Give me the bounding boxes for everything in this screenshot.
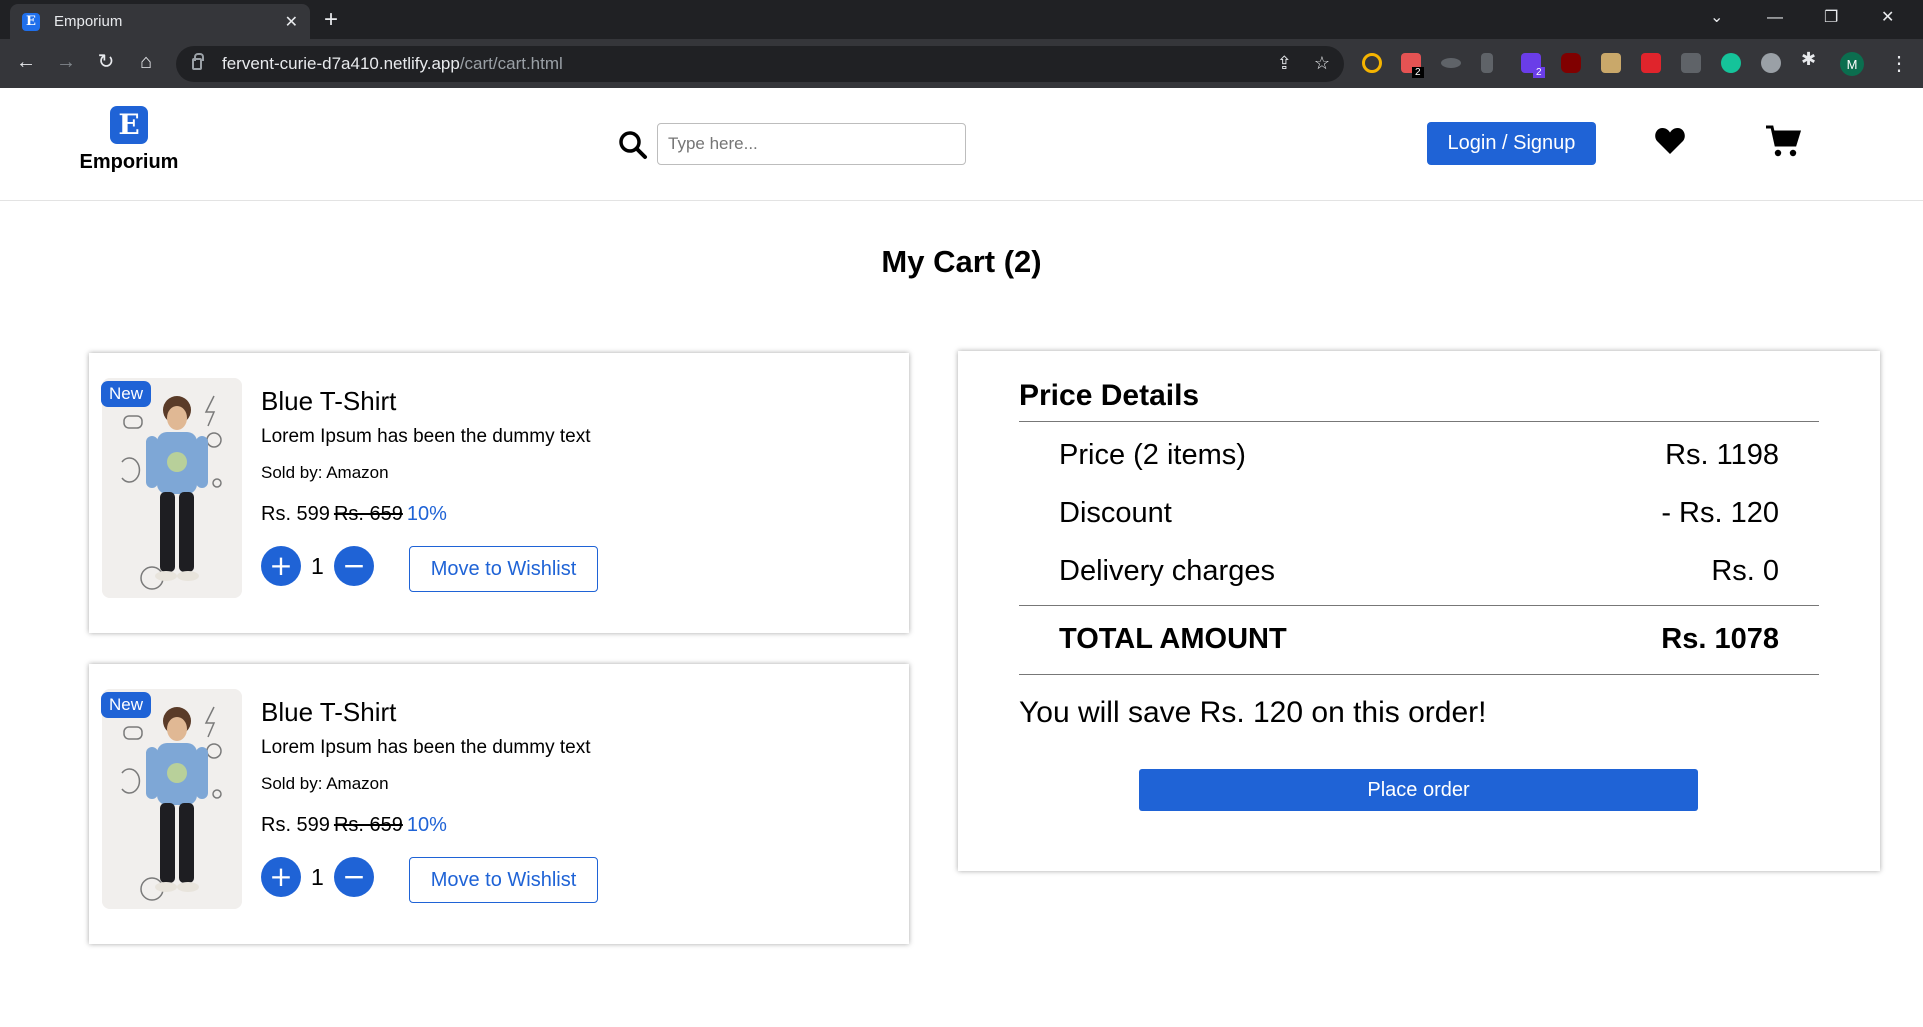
back-arrow-icon[interactable]: ← [13, 50, 39, 74]
price-line: Rs. 599 Rs. 659 10% [261, 814, 447, 837]
total-label: TOTAL AMOUNT [1059, 623, 1287, 655]
browser-menu-icon[interactable]: ⋮ [1886, 52, 1912, 76]
brand-logo[interactable]: E Emporium [78, 106, 180, 174]
login-signup-button[interactable]: Login / Signup [1427, 122, 1596, 165]
quantity-decrease-button[interactable]: − [334, 857, 374, 897]
product-description: Lorem Ipsum has been the dummy text [261, 426, 591, 447]
extension-lens-icon[interactable] [1362, 53, 1382, 73]
favicon-icon: E [22, 12, 40, 31]
discount-row-label: Discount [1059, 497, 1172, 529]
profile-avatar[interactable]: M [1840, 52, 1864, 76]
product-mrp: Rs. 659 [333, 503, 403, 525]
extension-s-icon[interactable] [1641, 53, 1661, 73]
price-details-panel: Price Details Price (2 items) Rs. 1198 D… [958, 351, 1880, 871]
extension-bottle-icon[interactable] [1481, 53, 1493, 73]
cart-icon[interactable] [1765, 124, 1801, 158]
price-row: Price (2 items) Rs. 1198 [1059, 439, 1779, 472]
reload-icon[interactable]: ↻ [93, 50, 119, 74]
quantity-value: 1 [311, 553, 324, 579]
price-line: Rs. 599 Rs. 659 10% [261, 503, 447, 526]
delivery-row-value: Rs. 0 [1711, 555, 1779, 587]
move-to-wishlist-button[interactable]: Move to Wishlist [409, 857, 598, 903]
search-icon[interactable] [618, 130, 648, 160]
brand-name: Emporium [79, 151, 179, 173]
extension-spy-icon[interactable] [1761, 53, 1781, 73]
product-price: Rs. 599 [261, 503, 330, 525]
cart-item: New Blue T-Shirt Lorem Ipsum has been th… [89, 664, 909, 944]
delivery-row-label: Delivery charges [1059, 555, 1275, 587]
minimize-icon[interactable]: — [1767, 6, 1783, 30]
extension-grid-icon[interactable] [1681, 53, 1701, 73]
tab-title: Emporium [54, 13, 123, 30]
product-mrp: Rs. 659 [333, 814, 403, 836]
savings-message: You will save Rs. 120 on this order! [1019, 696, 1487, 729]
product-price: Rs. 599 [261, 814, 330, 836]
address-bar[interactable]: fervent-curie-d7a410.netlify.app/cart/ca… [176, 46, 1344, 82]
total-row: TOTAL AMOUNT Rs. 1078 [1059, 623, 1779, 656]
delivery-row: Delivery charges Rs. 0 [1059, 555, 1779, 588]
browser-toolbar: ← → ↻ ⌂ fervent-curie-d7a410.netlify.app… [0, 39, 1923, 88]
browser-tab-strip: E Emporium ✕ + ⌄ — ❐ ✕ [0, 0, 1923, 39]
restore-icon[interactable]: ❐ [1824, 6, 1838, 30]
product-description: Lorem Ipsum has been the dummy text [261, 737, 591, 758]
lock-icon [192, 53, 204, 70]
place-order-button[interactable]: Place order [1139, 769, 1698, 811]
product-seller: Sold by: Amazon [261, 463, 389, 482]
quantity-increase-button[interactable]: + [261, 546, 301, 586]
new-badge: New [101, 381, 152, 407]
product-seller: Sold by: Amazon [261, 774, 389, 793]
product-name[interactable]: Blue T-Shirt [261, 697, 396, 728]
product-discount: 10% [406, 503, 447, 525]
quantity-increase-button[interactable]: + [261, 857, 301, 897]
price-row-value: Rs. 1198 [1665, 439, 1779, 471]
discount-row-value: - Rs. 120 [1661, 497, 1779, 529]
extension-hat-icon[interactable] [1441, 58, 1461, 68]
quantity-decrease-button[interactable]: − [334, 546, 374, 586]
tab-close-icon[interactable]: ✕ [285, 12, 298, 32]
ublock-icon[interactable] [1561, 53, 1581, 73]
product-discount: 10% [406, 814, 447, 836]
extension-count-badge: 2 [1412, 67, 1424, 78]
discount-row: Discount - Rs. 120 [1059, 497, 1779, 530]
divider [1019, 605, 1819, 606]
url-path: /cart/cart.html [459, 54, 563, 73]
extension-glasses-icon[interactable] [1601, 53, 1621, 73]
browser-tab-active[interactable]: E Emporium ✕ [10, 4, 310, 39]
total-value: Rs. 1078 [1661, 623, 1779, 655]
price-row-label: Price (2 items) [1059, 439, 1246, 471]
product-image[interactable] [102, 689, 242, 909]
extension-count-badge: 2 [1533, 67, 1545, 78]
page-title: My Cart (2) [881, 244, 1042, 279]
forward-arrow-icon[interactable]: → [53, 50, 79, 74]
product-name[interactable]: Blue T-Shirt [261, 386, 396, 417]
extensions-puzzle-icon[interactable]: ✱ [1801, 49, 1821, 69]
divider [1019, 421, 1819, 422]
window-close-icon[interactable]: ✕ [1881, 6, 1894, 30]
site-header: E Emporium Login / Signup [0, 88, 1923, 201]
cart-item: New Blue T-Shirt Lorem Ipsum has been th… [89, 353, 909, 633]
product-image[interactable] [102, 378, 242, 598]
tab-search-chevron-icon[interactable]: ⌄ [1710, 6, 1723, 30]
search-input[interactable] [657, 123, 966, 165]
home-icon[interactable]: ⌂ [133, 50, 159, 74]
new-tab-icon[interactable]: + [324, 6, 338, 34]
new-badge: New [101, 692, 152, 718]
price-details-title: Price Details [1019, 379, 1200, 412]
logo-icon: E [110, 106, 148, 144]
share-icon[interactable]: ⇪ [1277, 53, 1292, 74]
url-host: fervent-curie-d7a410.netlify.app [222, 54, 460, 73]
quantity-value: 1 [311, 864, 324, 890]
heart-icon[interactable] [1654, 126, 1686, 156]
divider [1019, 674, 1819, 675]
bookmark-star-icon[interactable]: ☆ [1314, 53, 1330, 74]
grammarly-icon[interactable] [1721, 53, 1741, 73]
move-to-wishlist-button[interactable]: Move to Wishlist [409, 546, 598, 592]
